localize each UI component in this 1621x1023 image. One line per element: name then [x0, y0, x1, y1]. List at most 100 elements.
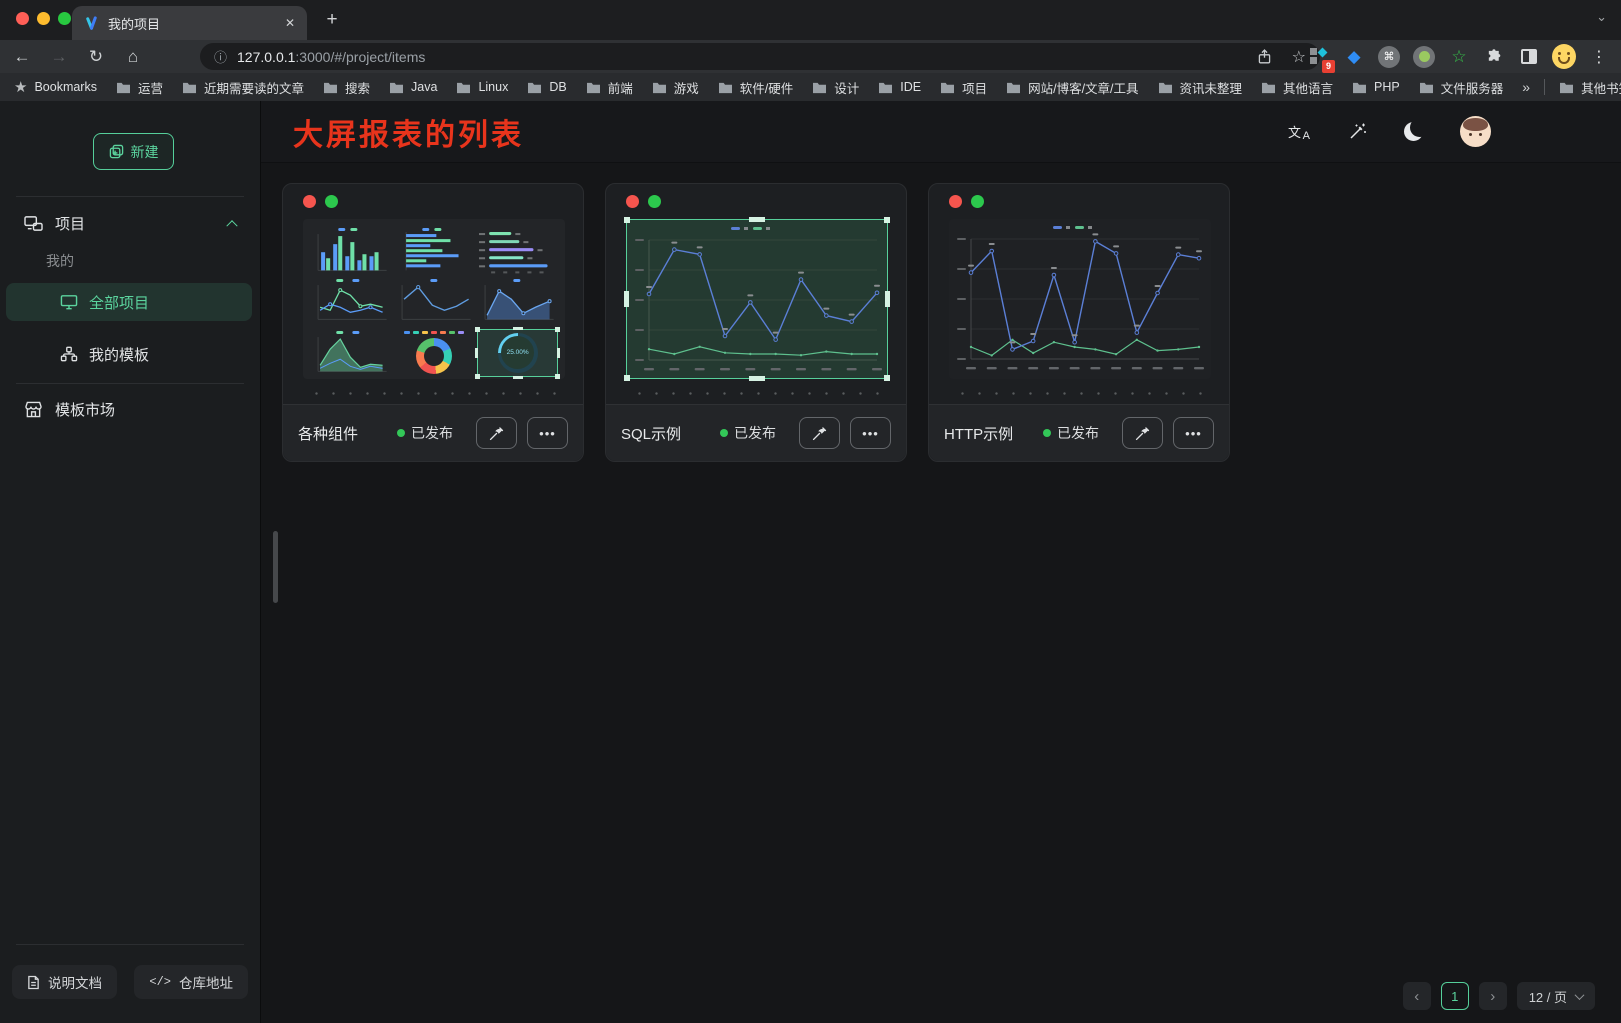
project-card-list: 25.00% 各种组件 已发布: [261, 163, 1621, 462]
bookmark-folder[interactable]: 资讯未整理: [1158, 78, 1243, 97]
tab-search-icon[interactable]: ⌄: [1596, 9, 1607, 25]
project-card[interactable]: HTTP示例 已发布 •••: [928, 183, 1230, 462]
more-button[interactable]: •••: [850, 417, 891, 449]
sidebar-group-project[interactable]: 项目: [0, 205, 260, 241]
extensions-puzzle-icon[interactable]: [1482, 45, 1506, 69]
bookmark-folder[interactable]: 搜索: [323, 78, 370, 97]
bookmark-label: 近期需要读的文章: [204, 78, 304, 97]
browser-menu-icon[interactable]: ⋮: [1587, 45, 1611, 69]
bookmark-folder[interactable]: 运营: [116, 78, 163, 97]
bookmark-folder[interactable]: DB: [527, 80, 566, 94]
collapse-chevron-icon[interactable]: [226, 220, 237, 231]
project-thumbnail[interactable]: 25.00%: [303, 219, 565, 379]
bookmark-folder[interactable]: 网站/博客/文章/工具: [1006, 78, 1138, 97]
scrollbar-thumb[interactable]: [273, 531, 278, 603]
url-text[interactable]: 127.0.0.1:3000/#/project/items: [237, 49, 425, 65]
reload-icon[interactable]: ↻: [86, 47, 106, 67]
more-button[interactable]: •••: [527, 417, 568, 449]
window-minimize-button[interactable]: [37, 12, 50, 25]
folder-icon: [456, 81, 471, 94]
bookmark-label: 运营: [138, 78, 163, 97]
project-card[interactable]: SQL示例 已发布 •••: [605, 183, 907, 462]
bookmark-folder[interactable]: 其他语言: [1261, 78, 1333, 97]
bookmark-label: DB: [549, 80, 566, 94]
new-tab-button[interactable]: +: [320, 9, 344, 31]
dark-mode-moon-icon[interactable]: [1404, 122, 1423, 141]
bookmarks-overflow-chevron[interactable]: »: [1522, 79, 1530, 95]
command-extension-icon[interactable]: ⌘: [1377, 45, 1401, 69]
bookmark-folder[interactable]: IDE: [878, 80, 921, 94]
red-dot-icon: [626, 195, 639, 208]
edit-button[interactable]: [476, 417, 517, 449]
sidebar-item-all-projects[interactable]: 全部项目: [6, 283, 252, 321]
project-thumbnail-selected[interactable]: [626, 219, 888, 379]
bookmark-star-icon[interactable]: ☆: [1292, 47, 1306, 67]
project-card[interactable]: 25.00% 各种组件 已发布: [282, 183, 584, 462]
bookmark-label: 软件/硬件: [740, 78, 793, 97]
mini-area-chart-green: [310, 329, 391, 377]
dotted-separator: [631, 392, 881, 395]
bookmark-folder[interactable]: 文件服务器: [1419, 78, 1504, 97]
repo-button[interactable]: </> 仓库地址: [134, 965, 248, 999]
project-thumbnail[interactable]: [949, 219, 1211, 379]
folder-icon: [586, 81, 601, 94]
window-zoom-button[interactable]: [58, 12, 71, 25]
monitor-icon: [60, 294, 78, 310]
bookmark-folder[interactable]: 前端: [586, 78, 633, 97]
window-close-button[interactable]: [16, 12, 29, 25]
bookmarks-list: 运营 近期需要读的文章搜索 Java Linux DB 前端 游戏 软件/硬件设计 IDE 项目网…: [116, 78, 1503, 97]
card-footer: 各种组件 已发布 •••: [283, 404, 583, 461]
bookmarks-manager[interactable]: ★ Bookmarks: [14, 78, 97, 96]
current-page[interactable]: 1: [1441, 982, 1469, 1010]
sidebar-item-template-market[interactable]: 模板市场: [0, 391, 260, 427]
language-icon[interactable]: 文A: [1288, 122, 1310, 142]
status-dot: [1043, 429, 1051, 437]
bookmark-folder[interactable]: 软件/硬件: [718, 78, 793, 97]
back-icon[interactable]: ←: [12, 47, 32, 67]
edit-button[interactable]: [1122, 417, 1163, 449]
green-dot-icon: [648, 195, 661, 208]
bookmark-folder[interactable]: 项目: [940, 78, 987, 97]
home-icon[interactable]: ⌂: [123, 47, 143, 67]
share-icon[interactable]: [1257, 49, 1272, 65]
status-dot: [720, 429, 728, 437]
bookmark-folder[interactable]: 设计: [812, 78, 859, 97]
user-avatar[interactable]: [1460, 116, 1491, 147]
more-button[interactable]: •••: [1173, 417, 1214, 449]
bookmark-folder[interactable]: Linux: [456, 80, 508, 94]
bookmark-folder[interactable]: 近期需要读的文章: [182, 78, 304, 97]
dotted-separator: [308, 392, 558, 395]
card-title: HTTP示例: [944, 423, 1013, 444]
browser-tab[interactable]: 我的项目 ✕: [72, 6, 307, 40]
red-dot-icon: [949, 195, 962, 208]
page-size-select[interactable]: 12 / 页: [1517, 982, 1595, 1010]
sidebar-item-my-templates[interactable]: 我的模板: [6, 335, 252, 373]
green-dot-icon: [971, 195, 984, 208]
prev-page-button[interactable]: ‹: [1403, 982, 1431, 1010]
docs-button[interactable]: 说明文档: [12, 965, 117, 999]
profile-avatar[interactable]: [1552, 45, 1576, 69]
tab-close-icon[interactable]: ✕: [285, 16, 295, 30]
site-info-icon[interactable]: ⓘ: [214, 47, 227, 66]
storefront-icon: [24, 401, 43, 418]
bookmark-folder[interactable]: Java: [389, 80, 437, 94]
bookmark-folder[interactable]: PHP: [1352, 80, 1400, 94]
address-bar[interactable]: ⓘ 127.0.0.1:3000/#/project/items ☆: [200, 43, 1320, 70]
grid-extension-icon[interactable]: 9: [1307, 45, 1331, 69]
next-page-button[interactable]: ›: [1479, 982, 1507, 1010]
edit-button[interactable]: [799, 417, 840, 449]
forward-icon[interactable]: →: [49, 47, 69, 67]
other-bookmarks[interactable]: 其他书签: [1559, 78, 1621, 97]
dot-extension-icon[interactable]: [1412, 45, 1436, 69]
red-dot-icon: [303, 195, 316, 208]
magic-wand-icon[interactable]: [1347, 122, 1367, 142]
bookmark-folder[interactable]: 游戏: [652, 78, 699, 97]
gem-extension-icon[interactable]: ◆: [1342, 45, 1366, 69]
half-square-extension-icon[interactable]: [1517, 45, 1541, 69]
dotted-separator: [954, 392, 1204, 395]
page-header: 大屏报表的列表 文A: [261, 101, 1621, 163]
star-extension-icon[interactable]: ☆: [1447, 45, 1471, 69]
bookmark-label: 游戏: [674, 78, 699, 97]
status-dot: [397, 429, 405, 437]
new-project-button[interactable]: 新建: [93, 133, 174, 170]
